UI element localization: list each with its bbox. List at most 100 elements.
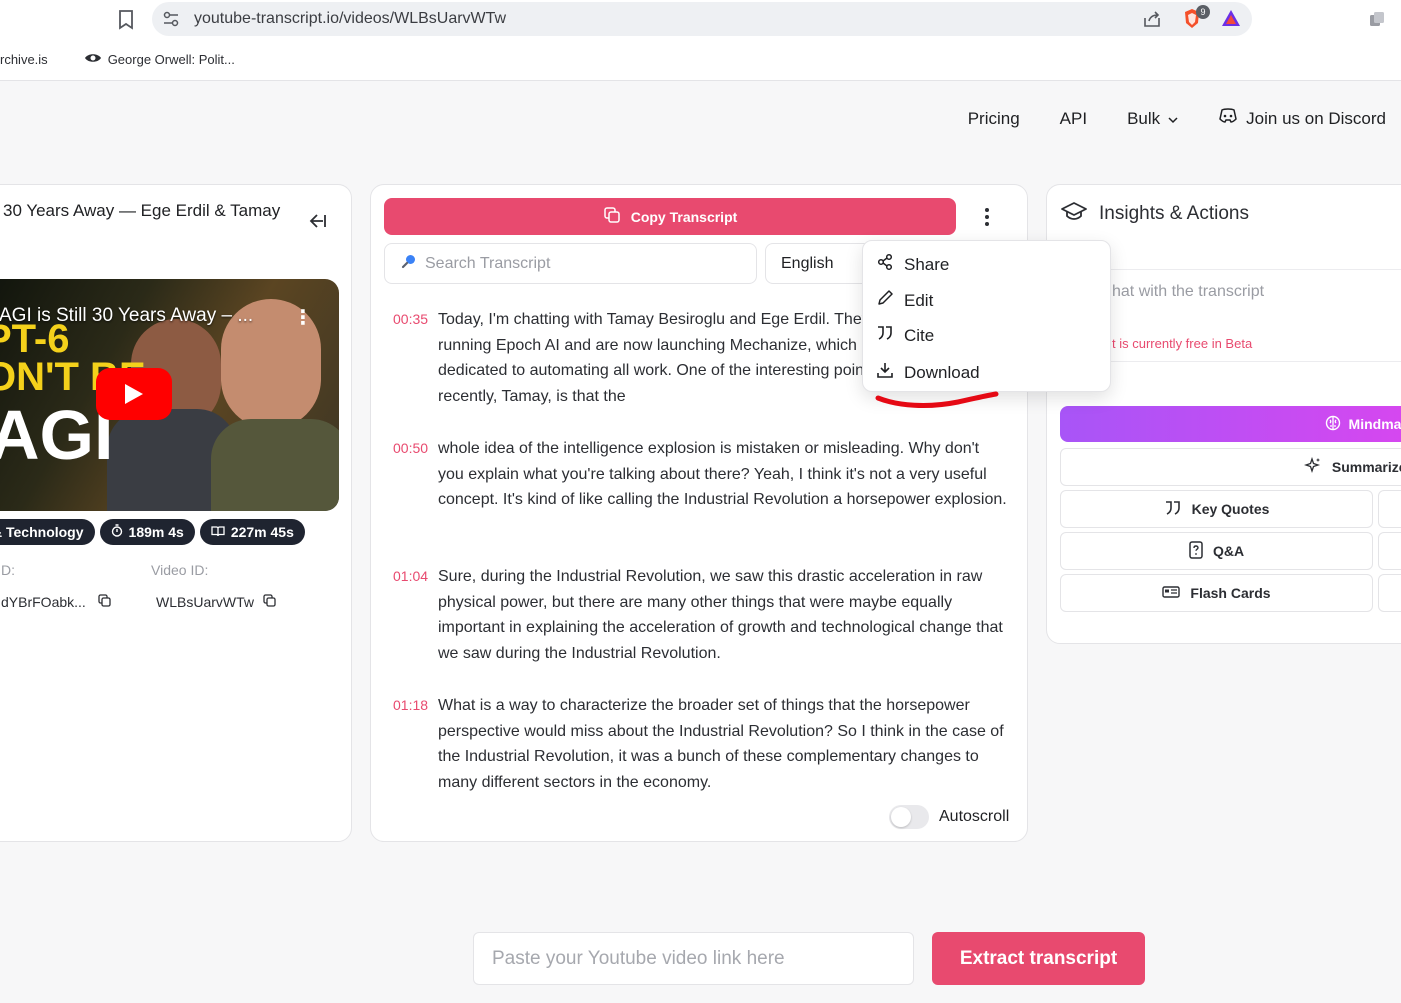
nav-pricing[interactable]: Pricing (968, 109, 1020, 129)
share-page-icon[interactable] (1142, 9, 1162, 34)
video-id-label: Video ID: (151, 562, 209, 578)
extract-transcript-label: Extract transcript (959, 947, 1118, 969)
chat-input-placeholder[interactable]: hat with the transcript (1112, 283, 1264, 301)
segment-timestamp[interactable]: 00:35 (393, 311, 428, 327)
play-button[interactable] (96, 368, 172, 420)
thumbnail-shirt-right (211, 419, 339, 511)
segment-timestamp[interactable]: 00:50 (393, 440, 428, 456)
duration-chip-label: 189m 4s (128, 524, 184, 540)
video-thumbnail[interactable]: PT-6 ON'T BE AGI AGI is Still 30 Years A… (0, 279, 339, 511)
nav-api-label: API (1059, 108, 1088, 128)
segment-timestamp[interactable]: 01:04 (393, 568, 428, 584)
play-icon (125, 384, 143, 404)
menu-item-cite[interactable]: Cite (876, 325, 934, 346)
beta-note: t is currently free in Beta (1112, 336, 1253, 351)
reading-time-chip-label: 227m 45s (230, 524, 294, 540)
more-options-icon[interactable] (977, 205, 997, 229)
bookmark-label: rchive.is (0, 51, 48, 67)
video-info-card: 30 Years Away — Ege Erdil & Tamay PT-6 O… (0, 184, 352, 842)
copy-transcript-label: Copy Transcript (630, 208, 738, 225)
nav-bulk-label: Bulk (1127, 108, 1161, 128)
category-chip: & Technology (0, 519, 95, 545)
question-file-icon (1189, 540, 1203, 562)
video-link-input[interactable]: Paste your Youtube video link here (473, 932, 914, 985)
menu-item-edit[interactable]: Edit (876, 289, 933, 312)
autoscroll-toggle[interactable] (889, 805, 929, 829)
qa-button[interactable]: Q&A (1060, 532, 1373, 570)
bookmark-icon[interactable] (114, 8, 138, 32)
bookmark-archive[interactable]: rchive.is (0, 52, 48, 67)
url-text[interactable]: youtube-transcript.io/videos/WLBsUarvWTw (194, 10, 506, 28)
book-icon (211, 524, 225, 540)
share-icon (876, 253, 894, 276)
extract-transcript-button[interactable]: Extract transcript (932, 932, 1145, 985)
brave-rewards-icon[interactable] (1220, 8, 1242, 33)
site-settings-icon[interactable] (162, 10, 180, 28)
transcript-options-menu: Share Edit Cite Download (862, 240, 1111, 392)
search-transcript-input[interactable]: Search Transcript (384, 243, 757, 284)
menu-item-cite-label: Cite (904, 325, 935, 345)
action-button-partial[interactable] (1378, 532, 1401, 570)
pencil-icon (876, 289, 894, 312)
bookmark-label: George Orwell: Polit... (107, 51, 235, 67)
thumbnail-title: AGI is Still 30 Years Away – ... (0, 305, 254, 326)
brain-icon (1325, 415, 1341, 434)
menu-item-edit-label: Edit (904, 290, 934, 310)
stopwatch-icon (111, 524, 123, 540)
flash-cards-label: Flash Cards (1190, 585, 1271, 601)
discord-icon (1218, 108, 1238, 129)
nav-api[interactable]: API (1060, 109, 1087, 129)
search-placeholder: Search Transcript (425, 254, 551, 272)
summarize-button[interactable]: Summarize T (1060, 448, 1401, 486)
category-chip-label: & Technology (0, 524, 84, 540)
nav-discord-label: Join us on Discord (1246, 108, 1386, 128)
nav-discord[interactable]: Join us on Discord (1218, 108, 1386, 129)
key-quotes-button[interactable]: Key Quotes (1060, 490, 1373, 528)
menu-item-share[interactable]: Share (876, 253, 949, 276)
reading-time-chip: 227m 45s (199, 519, 305, 545)
nav-pricing-label: Pricing (967, 108, 1020, 128)
autoscroll-label: Autoscroll (939, 808, 1010, 825)
red-underline-annotation (875, 391, 999, 408)
menu-item-download-label: Download (904, 362, 980, 382)
site-nav: Pricing API Bulk Join us on Discord (968, 108, 1386, 129)
copy-icon[interactable] (98, 594, 111, 610)
eye-icon (84, 52, 102, 67)
segment-timestamp[interactable]: 01:18 (393, 697, 428, 713)
summarize-label: Summarize T (1331, 459, 1401, 475)
video-id-text: WLBsUarvWTw (156, 594, 254, 610)
extensions-icon[interactable] (1368, 10, 1386, 33)
mindmap-label: Mindmap (1348, 416, 1401, 432)
browser-chrome: youtube-transcript.io/videos/WLBsUarvWTw… (0, 0, 1401, 81)
search-icon (401, 253, 417, 274)
flash-cards-button[interactable]: Flash Cards (1060, 574, 1373, 612)
collapse-panel-icon[interactable] (307, 213, 327, 234)
bookmark-orwell[interactable]: George Orwell: Polit... (84, 52, 235, 67)
more-vertical-icon[interactable]: ⋮ (293, 305, 313, 330)
video-link-placeholder: Paste your Youtube video link here (492, 947, 785, 969)
menu-item-download[interactable]: Download (876, 361, 980, 384)
action-button-partial[interactable] (1378, 574, 1401, 612)
sparkles-icon (1303, 456, 1322, 478)
mindmap-button[interactable]: Mindmap (1060, 406, 1401, 442)
brave-badge-count: 9 (1196, 5, 1210, 19)
segment-text: What is a way to characterize the broade… (438, 697, 1004, 791)
quote-icon (876, 325, 894, 346)
insights-title: Insights & Actions (1099, 203, 1249, 224)
address-bar[interactable]: youtube-transcript.io/videos/WLBsUarvWTw… (152, 2, 1252, 36)
action-button-partial[interactable] (1378, 490, 1401, 528)
qa-label: Q&A (1212, 543, 1245, 559)
duration-chip: 189m 4s (99, 519, 195, 545)
copy-icon (603, 206, 621, 227)
menu-item-share-label: Share (904, 254, 950, 274)
video-chips: & Technology 189m 4s 227m 45s (0, 519, 305, 545)
copy-transcript-button[interactable]: Copy Transcript (384, 198, 956, 235)
copy-icon[interactable] (263, 594, 276, 610)
language-value: English (781, 254, 834, 272)
segment-text: whole idea of the intelligence explosion… (438, 440, 1007, 508)
quote-icon (1164, 500, 1182, 519)
nav-bulk[interactable]: Bulk (1127, 109, 1178, 129)
key-quotes-label: Key Quotes (1191, 501, 1270, 517)
channel-id-text: dYBrFOabk... (1, 594, 86, 610)
language-select[interactable]: English (765, 243, 875, 284)
